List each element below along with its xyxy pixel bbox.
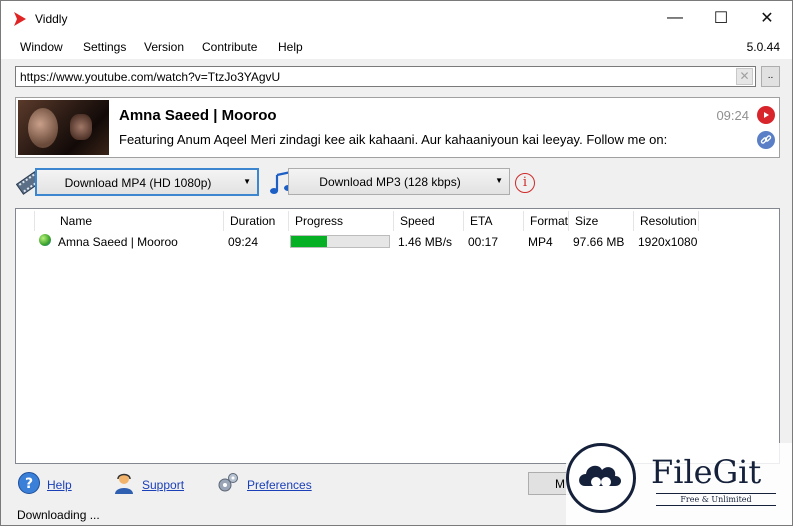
close-button[interactable]: ✕ xyxy=(744,1,790,35)
column-separator xyxy=(698,211,699,231)
column-header-format[interactable]: Format xyxy=(530,209,568,233)
thumbnail-face-shape xyxy=(28,108,58,148)
column-header-resolution[interactable]: Resolution xyxy=(640,209,697,233)
filegit-logo-icon xyxy=(566,443,636,513)
row-resolution: 1920x1080 xyxy=(638,235,698,249)
close-icon: ✕ xyxy=(760,10,774,27)
minimize-button[interactable]: — xyxy=(652,1,698,35)
svg-text:?: ? xyxy=(25,476,33,492)
window-title: Viddly xyxy=(35,12,68,26)
link-icon[interactable] xyxy=(757,131,775,149)
row-size: 97.66 MB xyxy=(573,235,625,249)
row-progress-bar xyxy=(290,235,390,248)
menu-window[interactable]: Window xyxy=(20,40,63,54)
column-separator xyxy=(393,211,394,231)
download-status-icon xyxy=(39,234,51,246)
title-bar: Viddly — ☐ ✕ xyxy=(1,1,792,35)
download-mp4-dropdown[interactable]: Download MP4 (HD 1080p) ▼ xyxy=(35,168,259,196)
chevron-down-icon: ▼ xyxy=(243,177,251,186)
support-icon[interactable] xyxy=(112,471,136,495)
gears-icon[interactable] xyxy=(216,471,240,495)
row-duration: 09:24 xyxy=(228,235,259,249)
video-duration: 09:24 xyxy=(716,108,749,123)
row-eta: 00:17 xyxy=(468,235,499,249)
video-info-panel: Amna Saeed | Mooroo Featuring Anum Aqeel… xyxy=(15,97,780,158)
download-mp3-dropdown[interactable]: Download MP3 (128 kbps) ▼ xyxy=(288,168,510,195)
watermark-tagline: Free & Unlimited xyxy=(656,493,776,506)
menu-help[interactable]: Help xyxy=(278,40,303,54)
row-speed: 1.46 MB/s xyxy=(398,235,453,249)
column-separator xyxy=(34,211,35,231)
preferences-link[interactable]: Preferences xyxy=(247,478,312,492)
url-options-button[interactable]: .. xyxy=(761,66,780,87)
url-value: https://www.youtube.com/watch?v=TtzJo3YA… xyxy=(20,70,281,84)
cloud-icon xyxy=(579,465,621,487)
video-thumbnail xyxy=(18,100,109,155)
help-icon[interactable]: ? xyxy=(17,471,41,495)
column-header-duration[interactable]: Duration xyxy=(230,209,275,233)
minimize-icon: — xyxy=(667,9,683,26)
column-separator xyxy=(223,211,224,231)
clear-url-button[interactable]: ✕ xyxy=(736,68,753,85)
video-description: Featuring Anum Aqeel Meri zindagi kee ai… xyxy=(119,132,668,147)
download-mp3-label: Download MP3 (128 kbps) xyxy=(319,175,461,189)
row-format: MP4 xyxy=(528,235,553,249)
status-bar-text: Downloading ... xyxy=(17,508,100,522)
column-separator xyxy=(288,211,289,231)
chevron-down-icon: ▼ xyxy=(495,176,503,185)
menu-bar: Window Settings Version Contribute Help … xyxy=(1,35,792,59)
row-name: Amna Saeed | Mooroo xyxy=(58,235,178,249)
column-separator xyxy=(463,211,464,231)
menu-version[interactable]: Version xyxy=(144,40,184,54)
menu-contribute[interactable]: Contribute xyxy=(202,40,257,54)
play-icon xyxy=(764,112,769,118)
download-mp4-label: Download MP4 (HD 1080p) xyxy=(64,176,212,190)
youtube-icon[interactable] xyxy=(757,106,775,124)
version-label: 5.0.44 xyxy=(746,40,780,54)
column-header-eta[interactable]: ETA xyxy=(470,209,492,233)
help-link[interactable]: Help xyxy=(47,478,72,492)
column-separator xyxy=(568,211,569,231)
column-header-name[interactable]: Name xyxy=(60,209,92,233)
video-title: Amna Saeed | Mooroo xyxy=(119,107,277,124)
column-header-speed[interactable]: Speed xyxy=(400,209,435,233)
clear-icon: ✕ xyxy=(739,69,750,83)
maximize-button[interactable]: ☐ xyxy=(698,1,744,35)
info-icon[interactable]: i xyxy=(515,173,535,193)
column-separator xyxy=(523,211,524,231)
url-input[interactable]: https://www.youtube.com/watch?v=TtzJo3YA… xyxy=(15,66,756,87)
download-list[interactable]: Name Duration Progress Speed ETA Format … xyxy=(15,208,780,464)
app-window: Viddly — ☐ ✕ Window Settings Version Con… xyxy=(0,0,793,526)
progress-fill xyxy=(291,236,328,247)
watermark-brand: FileGit xyxy=(651,453,762,491)
column-header-size[interactable]: Size xyxy=(575,209,598,233)
menu-settings[interactable]: Settings xyxy=(83,40,126,54)
maximize-icon: ☐ xyxy=(713,10,729,27)
viddly-logo-icon xyxy=(14,12,26,26)
support-link[interactable]: Support xyxy=(142,478,184,492)
thumbnail-hand-shape xyxy=(70,114,92,140)
column-separator xyxy=(633,211,634,231)
column-header-progress[interactable]: Progress xyxy=(295,209,343,233)
chain-icon xyxy=(760,135,772,144)
